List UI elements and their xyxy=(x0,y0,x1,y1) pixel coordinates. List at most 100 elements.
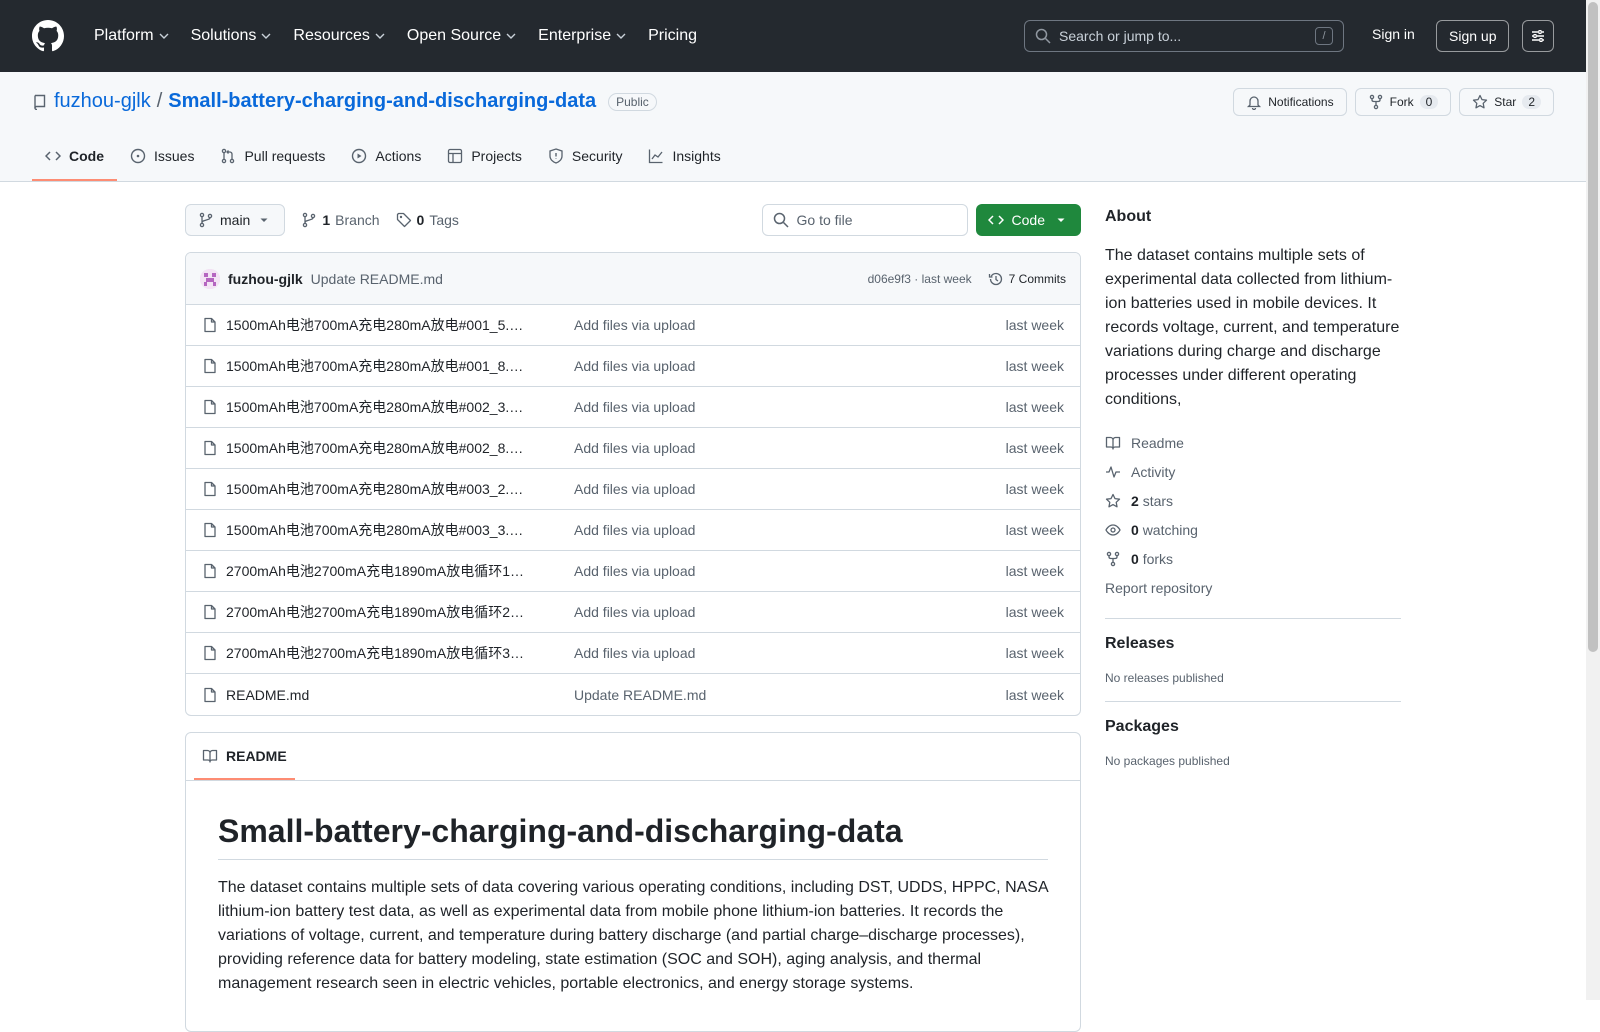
readme-link[interactable]: Readme xyxy=(1105,428,1401,457)
repo-name-link[interactable]: Small-battery-charging-and-discharging-d… xyxy=(168,90,596,113)
notifications-button[interactable]: Notifications xyxy=(1233,88,1347,116)
nav-pricing[interactable]: Pricing xyxy=(640,21,705,51)
commit-message-link[interactable]: Update README.md xyxy=(311,271,443,287)
nav-open-source[interactable]: Open Source xyxy=(399,21,524,51)
page-scrollbar[interactable] xyxy=(1586,0,1600,1000)
watchers-link[interactable]: 0 watching xyxy=(1105,515,1401,544)
commit-hash-time[interactable]: d06e9f3 · last week xyxy=(868,272,972,286)
file-commit-message[interactable]: Add files via upload xyxy=(574,563,1006,579)
file-row[interactable]: 2700mAh电池2700mA充电1890mA放电循环1… Add files v… xyxy=(186,551,1080,592)
file-row[interactable]: 1500mAh电池700mA充电280mA放电#003_3.… Add files… xyxy=(186,510,1080,551)
file-row[interactable]: 1500mAh电池700mA充电280mA放电#001_5.… Add files… xyxy=(186,305,1080,346)
packages-empty-text: No packages published xyxy=(1105,754,1230,768)
nav-resources[interactable]: Resources xyxy=(285,21,392,51)
scrollbar-thumb[interactable] xyxy=(1588,2,1598,652)
file-commit-message[interactable]: Add files via upload xyxy=(574,440,1006,456)
tab-security[interactable]: Security xyxy=(535,133,636,181)
file-name-link[interactable]: 2700mAh电池2700mA充电1890mA放电循环3… xyxy=(226,643,556,663)
file-name-link[interactable]: 1500mAh电池700mA充电280mA放电#003_2.… xyxy=(226,479,556,499)
tab-code[interactable]: Code xyxy=(32,133,117,181)
releases-heading[interactable]: Releases xyxy=(1105,635,1401,653)
file-name-link[interactable]: 2700mAh电池2700mA充电1890mA放电循环1… xyxy=(226,561,556,581)
nav-label: Solutions xyxy=(190,27,257,44)
nav-label: Platform xyxy=(94,27,154,44)
file-commit-date: last week xyxy=(1005,399,1064,415)
tab-issues[interactable]: Issues xyxy=(117,133,207,181)
file-name-link[interactable]: 1500mAh电池700mA充电280mA放电#001_8.… xyxy=(226,356,556,376)
file-icon xyxy=(204,522,216,538)
repo-owner-link[interactable]: fuzhou-gjlk xyxy=(54,90,151,113)
go-to-file-input[interactable]: Go to file xyxy=(761,204,968,236)
fork-icon xyxy=(1106,551,1120,566)
star-count: 2 xyxy=(1522,95,1541,109)
file-commit-message[interactable]: Update README.md xyxy=(574,687,1006,703)
tab-label: Actions xyxy=(375,148,422,164)
fork-button[interactable]: Fork 0 xyxy=(1354,88,1452,116)
sign-up-button[interactable]: Sign up xyxy=(1436,20,1510,52)
code-dropdown-button[interactable]: Code xyxy=(975,204,1081,236)
tab-label: Issues xyxy=(154,148,195,164)
file-commit-message[interactable]: Add files via upload xyxy=(574,522,1006,538)
star-button[interactable]: Star 2 xyxy=(1459,88,1554,116)
sign-in-link[interactable]: Sign in xyxy=(1372,26,1415,42)
forks-link[interactable]: 0 forks xyxy=(1105,544,1401,573)
global-search-input[interactable]: Search or jump to... / xyxy=(1024,20,1344,52)
readme-panel: README Small-battery-charging-and-discha… xyxy=(185,732,1081,1032)
repo-tabs: Code Issues Pull requests Actions Projec… xyxy=(32,133,734,181)
tab-projects[interactable]: Projects xyxy=(434,133,535,181)
file-commit-message[interactable]: Add files via upload xyxy=(574,645,1006,661)
report-repository-link[interactable]: Report repository xyxy=(1105,573,1401,602)
file-name-link[interactable]: 1500mAh电池700mA充电280mA放电#002_3.… xyxy=(226,397,556,417)
file-row[interactable]: 1500mAh电池700mA充电280mA放电#002_8.… Add files… xyxy=(186,428,1080,469)
file-icon xyxy=(204,317,216,333)
file-row[interactable]: 1500mAh电池700mA充电280mA放电#001_8.… Add files… xyxy=(186,346,1080,387)
tags-link[interactable]: 0 Tags xyxy=(396,212,459,228)
file-icon xyxy=(204,358,216,374)
divider xyxy=(1105,701,1401,702)
github-logo-icon[interactable] xyxy=(32,20,64,52)
commits-history-link[interactable]: 7 Commits xyxy=(988,271,1066,287)
file-name-link[interactable]: 1500mAh电池700mA充电280mA放电#003_3.… xyxy=(226,520,556,540)
commit-author-link[interactable]: fuzhou-gjlk xyxy=(228,271,303,287)
readme-tab[interactable]: README xyxy=(194,733,295,780)
packages-heading[interactable]: Packages xyxy=(1105,718,1401,736)
repo-icon xyxy=(34,94,46,110)
stars-count: 2 xyxy=(1131,492,1139,509)
fork-label: Fork xyxy=(1389,95,1414,109)
chevron-down-icon xyxy=(261,33,271,39)
file-commit-message[interactable]: Add files via upload xyxy=(574,399,1006,415)
nav-label: Resources xyxy=(293,27,370,44)
code-button-label: Code xyxy=(1011,212,1045,228)
tab-actions[interactable]: Actions xyxy=(338,133,434,181)
file-commit-message[interactable]: Add files via upload xyxy=(574,317,1006,333)
avatar[interactable] xyxy=(200,268,220,289)
file-icon xyxy=(204,440,216,456)
file-name-link[interactable]: README.md xyxy=(226,687,556,703)
branches-link[interactable]: 1 Branch xyxy=(301,212,380,228)
nav-enterprise[interactable]: Enterprise xyxy=(530,21,634,51)
nav-platform[interactable]: Platform xyxy=(86,21,177,51)
file-browser: fuzhou-gjlk Update README.md d06e9f3 · l… xyxy=(185,252,1081,716)
activity-link[interactable]: Activity xyxy=(1105,457,1401,486)
branch-icon xyxy=(199,212,213,228)
tab-insights[interactable]: Insights xyxy=(635,133,733,181)
tab-pull-requests[interactable]: Pull requests xyxy=(207,133,338,181)
branch-selector[interactable]: main xyxy=(185,204,286,236)
file-row[interactable]: 2700mAh电池2700mA充电1890mA放电循环2… Add files v… xyxy=(186,592,1080,633)
file-row[interactable]: 1500mAh电池700mA充电280mA放电#003_2.… Add files… xyxy=(186,469,1080,510)
repo-title: fuzhou-gjlk / Small-battery-charging-and… xyxy=(32,90,657,113)
file-commit-message[interactable]: Add files via upload xyxy=(574,604,1006,620)
readme-link-label: Readme xyxy=(1131,434,1184,451)
stars-link[interactable]: 2 stars xyxy=(1105,486,1401,515)
file-name-link[interactable]: 1500mAh电池700mA充电280mA放电#001_5.… xyxy=(226,315,556,335)
file-name-link[interactable]: 1500mAh电池700mA充电280mA放电#002_8.… xyxy=(226,438,556,458)
file-name-link[interactable]: 2700mAh电池2700mA充电1890mA放电循环2… xyxy=(226,602,556,622)
file-commit-date: last week xyxy=(1005,440,1064,456)
file-row[interactable]: 1500mAh电池700mA充电280mA放电#002_3.… Add files… xyxy=(186,387,1080,428)
file-commit-message[interactable]: Add files via upload xyxy=(574,481,1006,497)
nav-solutions[interactable]: Solutions xyxy=(183,21,280,51)
file-commit-message[interactable]: Add files via upload xyxy=(574,358,1006,374)
file-row[interactable]: 2700mAh电池2700mA充电1890mA放电循环3… Add files v… xyxy=(186,633,1080,674)
settings-sliders-icon[interactable] xyxy=(1522,20,1554,52)
file-row[interactable]: README.md Update README.md last week xyxy=(186,674,1080,715)
